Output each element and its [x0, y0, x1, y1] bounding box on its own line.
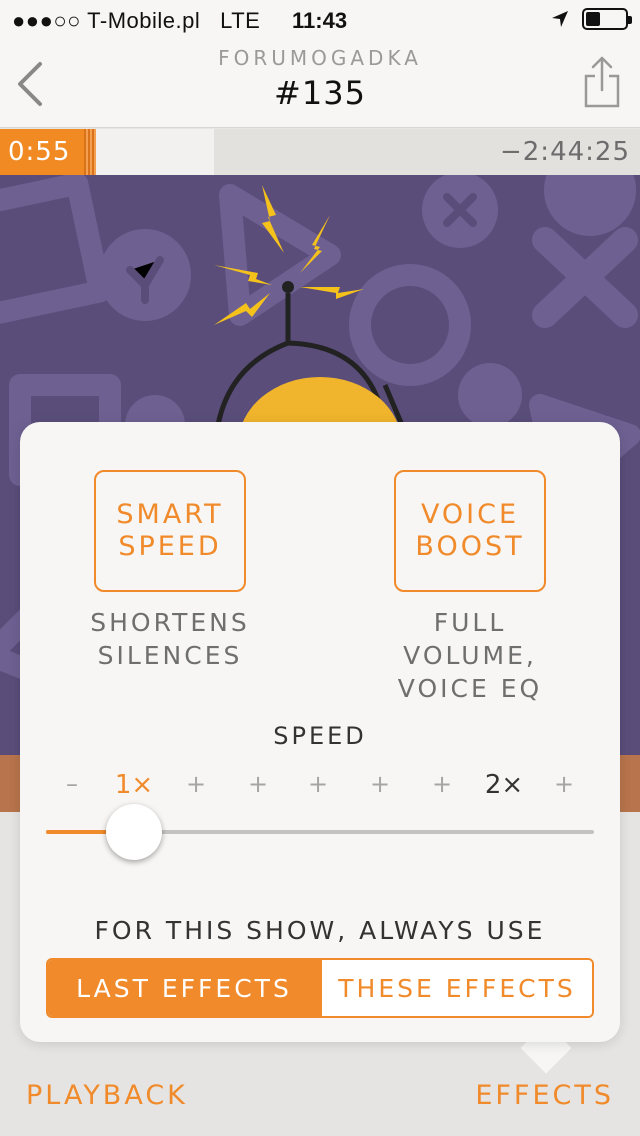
smart-speed-label-line1: SMART — [116, 499, 224, 530]
status-icons — [550, 8, 632, 30]
tab-playback[interactable]: PLAYBACK — [26, 1080, 188, 1111]
effects-popover: SMART SPEED SHORTENS SILENCES VOICE BOOS… — [20, 422, 620, 1042]
speed-scale: – 1× + + + + + 2× + — [20, 770, 620, 806]
speed-mark[interactable]: + — [228, 770, 288, 798]
last-effects-segment[interactable]: LAST EFFECTS — [48, 960, 320, 1016]
voice-boost-desc-line1: FULL — [433, 608, 507, 637]
speed-label: SPEED — [273, 722, 367, 750]
voice-boost-desc-line2: VOLUME, — [403, 641, 537, 670]
tab-effects[interactable]: EFFECTS — [475, 1080, 614, 1111]
scrub-handle[interactable] — [84, 129, 96, 175]
carrier-signal: ●●●○○ T-Mobile.pl LTE — [12, 8, 260, 34]
speed-slider-thumb[interactable] — [106, 804, 162, 860]
speed-mark[interactable]: + — [412, 770, 472, 798]
elapsed-time: 0:55 — [8, 137, 71, 167]
voice-boost-description: FULL VOLUME, VOICE EQ — [350, 606, 590, 705]
speed-mark-selected[interactable]: 1× — [104, 770, 164, 800]
speed-mark[interactable]: + — [534, 770, 594, 798]
remaining-time: −2:44:25 — [499, 137, 630, 167]
smart-speed-button[interactable]: SMART SPEED — [94, 470, 246, 592]
smart-speed-desc-line2: SILENCES — [97, 641, 243, 670]
speed-mark-2x[interactable]: 2× — [474, 770, 534, 800]
speed-slider[interactable] — [46, 804, 594, 860]
voice-boost-label-line2: BOOST — [415, 531, 525, 562]
network-label: LTE — [220, 8, 261, 33]
smart-speed-label-line2: SPEED — [118, 531, 222, 562]
carrier-label: ●●●○○ T-Mobile.pl — [12, 8, 201, 33]
clock: 11:43 — [292, 8, 348, 33]
these-effects-segment[interactable]: THESE EFFECTS — [320, 960, 592, 1016]
nav-header: FORUMOGADKA #135 — [0, 40, 640, 128]
always-use-label: FOR THIS SHOW, ALWAYS USE — [94, 916, 546, 945]
status-bar: ●●●○○ T-Mobile.pl LTE 11:43 — [0, 0, 640, 40]
smart-speed-description: SHORTENS SILENCES — [50, 606, 290, 672]
speed-mark[interactable]: + — [166, 770, 226, 798]
speed-mark[interactable]: + — [350, 770, 410, 798]
voice-boost-desc-line3: VOICE EQ — [397, 674, 543, 703]
effects-preference-control: LAST EFFECTS THESE EFFECTS — [46, 958, 594, 1018]
battery-icon — [582, 8, 632, 30]
smart-speed-desc-line1: SHORTENS — [90, 608, 250, 637]
episode-title: #135 — [274, 74, 366, 112]
speed-mark[interactable]: – — [42, 770, 102, 798]
episode-progress-bar[interactable]: 0:55 −2:44:25 — [0, 129, 640, 175]
voice-boost-button[interactable]: VOICE BOOST — [394, 470, 546, 592]
voice-boost-label-line1: VOICE — [420, 499, 520, 530]
share-icon[interactable] — [582, 54, 622, 110]
speed-mark[interactable]: + — [288, 770, 348, 798]
location-arrow-icon — [552, 11, 568, 27]
podcast-name: FORUMOGADKA — [218, 46, 422, 70]
